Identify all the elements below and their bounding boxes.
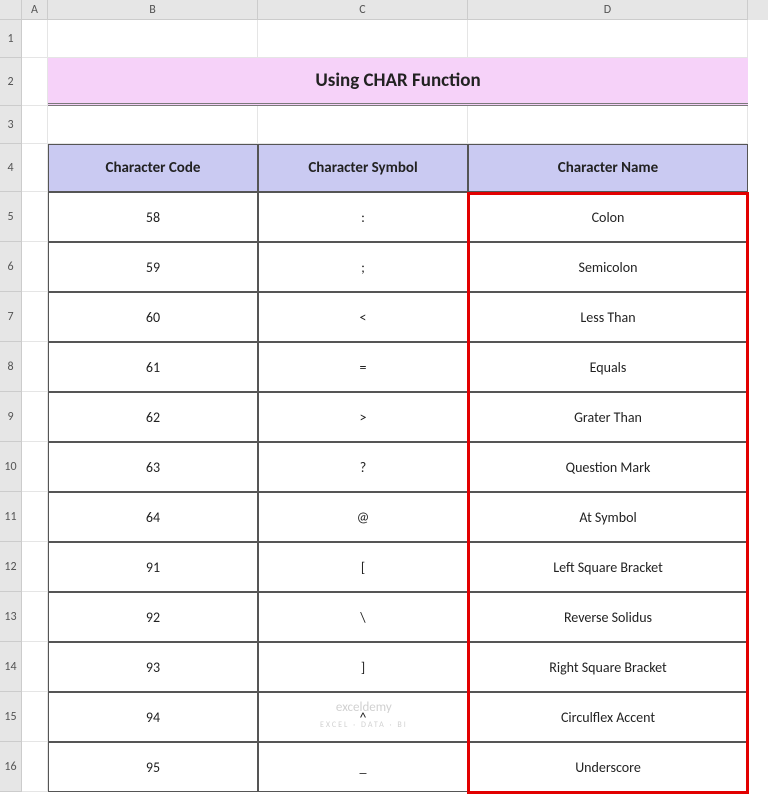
cell-a4[interactable] — [22, 144, 48, 192]
cell-a7[interactable] — [22, 292, 48, 342]
table-row: 13 92\Reverse Solidus — [0, 592, 768, 642]
cell-name[interactable]: Underscore — [468, 742, 748, 792]
cell-symbol[interactable]: ] — [258, 642, 468, 692]
table-row: 7 60<Less Than — [0, 292, 768, 342]
cell-symbol[interactable]: \ — [258, 592, 468, 642]
cell-code[interactable]: 95 — [48, 742, 258, 792]
table-row: 15 94^Circulflex Accent — [0, 692, 768, 742]
row-header-5[interactable]: 5 — [0, 192, 22, 242]
cell-name[interactable]: Circulflex Accent — [468, 692, 748, 742]
cell-name[interactable]: Equals — [468, 342, 748, 392]
table-row: 12 91[Left Square Bracket — [0, 542, 768, 592]
table-row: 5 58:Colon — [0, 192, 768, 242]
cell-symbol[interactable]: ^ — [258, 692, 468, 742]
cell-a8[interactable] — [22, 342, 48, 392]
cell-a12[interactable] — [22, 542, 48, 592]
cell-symbol[interactable]: = — [258, 342, 468, 392]
col-header-c[interactable]: C — [258, 0, 468, 20]
cell-name[interactable]: Left Square Bracket — [468, 542, 748, 592]
title-cell[interactable]: Using CHAR Function — [48, 58, 748, 106]
column-headers: A B C D — [0, 0, 768, 20]
cell-code[interactable]: 62 — [48, 392, 258, 442]
col-header-d[interactable]: D — [468, 0, 748, 20]
table-row: 9 62>Grater Than — [0, 392, 768, 442]
cell-symbol[interactable]: @ — [258, 492, 468, 542]
header-character-symbol[interactable]: Character Symbol — [258, 144, 468, 192]
cell-a5[interactable] — [22, 192, 48, 242]
cell-c1[interactable] — [258, 20, 468, 58]
cell-name[interactable]: Question Mark — [468, 442, 748, 492]
row-header-15[interactable]: 15 — [0, 692, 22, 742]
cell-name[interactable]: Right Square Bracket — [468, 642, 748, 692]
header-character-name[interactable]: Character Name — [468, 144, 748, 192]
cell-symbol[interactable]: < — [258, 292, 468, 342]
row-header-12[interactable]: 12 — [0, 542, 22, 592]
row-header-10[interactable]: 10 — [0, 442, 22, 492]
cell-a13[interactable] — [22, 592, 48, 642]
cell-a1[interactable] — [22, 20, 48, 58]
cell-code[interactable]: 63 — [48, 442, 258, 492]
cell-a15[interactable] — [22, 692, 48, 742]
cell-symbol[interactable]: _ — [258, 742, 468, 792]
table-row: 16 95_Underscore — [0, 742, 768, 792]
cell-c3[interactable] — [258, 106, 468, 144]
cell-code[interactable]: 94 — [48, 692, 258, 742]
cell-b1[interactable] — [48, 20, 258, 58]
corner-cell[interactable] — [0, 0, 22, 20]
row-header-14[interactable]: 14 — [0, 642, 22, 692]
cell-name[interactable]: At Symbol — [468, 492, 748, 542]
row-header-1[interactable]: 1 — [0, 20, 22, 58]
cell-name[interactable]: Semicolon — [468, 242, 748, 292]
cell-a6[interactable] — [22, 242, 48, 292]
header-character-code[interactable]: Character Code — [48, 144, 258, 192]
row-header-4[interactable]: 4 — [0, 144, 22, 192]
row-header-3[interactable]: 3 — [0, 106, 22, 144]
cell-code[interactable]: 92 — [48, 592, 258, 642]
cell-symbol[interactable]: > — [258, 392, 468, 442]
table-row: 10 63?Question Mark — [0, 442, 768, 492]
cell-symbol[interactable]: : — [258, 192, 468, 242]
cell-code[interactable]: 61 — [48, 342, 258, 392]
spreadsheet: A B C D 1 2 Using CHAR Function 3 4 Char… — [0, 0, 768, 792]
cell-d3[interactable] — [468, 106, 748, 144]
cell-code[interactable]: 60 — [48, 292, 258, 342]
row-header-7[interactable]: 7 — [0, 292, 22, 342]
cell-a10[interactable] — [22, 442, 48, 492]
cell-a11[interactable] — [22, 492, 48, 542]
cell-code[interactable]: 91 — [48, 542, 258, 592]
cell-d1[interactable] — [468, 20, 748, 58]
col-header-a[interactable]: A — [22, 0, 48, 20]
row-header-11[interactable]: 11 — [0, 492, 22, 542]
col-header-b[interactable]: B — [48, 0, 258, 20]
cell-symbol[interactable]: ? — [258, 442, 468, 492]
row-header-6[interactable]: 6 — [0, 242, 22, 292]
cell-a9[interactable] — [22, 392, 48, 442]
cell-code[interactable]: 58 — [48, 192, 258, 242]
data-body: 5 58:Colon 6 59;Semicolon 7 60<Less Than 8 61=E… — [0, 192, 768, 792]
row-header-13[interactable]: 13 — [0, 592, 22, 642]
cell-name[interactable]: Grater Than — [468, 392, 748, 442]
row-header-2[interactable]: 2 — [0, 58, 22, 106]
cell-b3[interactable] — [48, 106, 258, 144]
cell-name[interactable]: Reverse Solidus — [468, 592, 748, 642]
cell-a2[interactable] — [22, 58, 48, 106]
cell-code[interactable]: 93 — [48, 642, 258, 692]
cell-code[interactable]: 59 — [48, 242, 258, 292]
cell-a3[interactable] — [22, 106, 48, 144]
row-header-9[interactable]: 9 — [0, 392, 22, 442]
row-header-16[interactable]: 16 — [0, 742, 22, 792]
cell-name[interactable]: Less Than — [468, 292, 748, 342]
row-header-8[interactable]: 8 — [0, 342, 22, 392]
cell-symbol[interactable]: [ — [258, 542, 468, 592]
table-row: 11 64@At Symbol — [0, 492, 768, 542]
cell-code[interactable]: 64 — [48, 492, 258, 542]
cell-symbol[interactable]: ; — [258, 242, 468, 292]
table-row: 8 61=Equals — [0, 342, 768, 392]
table-row: 14 93]Right Square Bracket — [0, 642, 768, 692]
table-row: 6 59;Semicolon — [0, 242, 768, 292]
cell-name[interactable]: Colon — [468, 192, 748, 242]
cell-a14[interactable] — [22, 642, 48, 692]
cell-a16[interactable] — [22, 742, 48, 792]
